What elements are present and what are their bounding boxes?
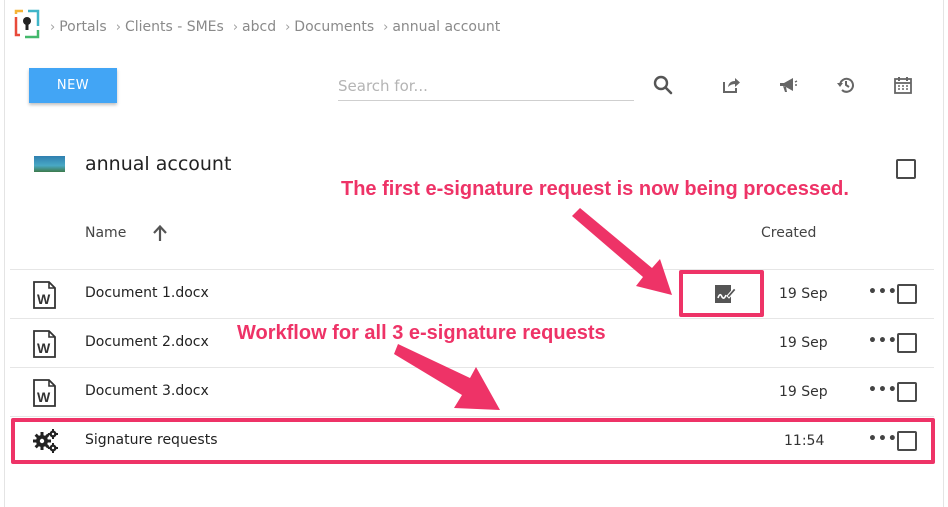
- breadcrumb-separator: ›: [115, 19, 121, 35]
- breadcrumb-separator: ›: [232, 19, 239, 35]
- breadcrumb-item-annual-account[interactable]: › annual account: [383, 19, 500, 35]
- file-name[interactable]: Document 2.docx: [85, 334, 209, 350]
- column-header-name[interactable]: Name: [85, 225, 126, 241]
- breadcrumb-item-abcd[interactable]: › abcd: [233, 19, 276, 35]
- svg-text:W: W: [37, 389, 51, 405]
- breadcrumb-label[interactable]: Documents: [294, 19, 374, 35]
- svg-text:W: W: [37, 291, 51, 307]
- created-date: 19 Sep: [779, 335, 828, 351]
- breadcrumb-item-clients[interactable]: › Clients - SMEs: [116, 19, 224, 35]
- breadcrumb-label[interactable]: abcd: [242, 19, 276, 35]
- breadcrumb-label[interactable]: Portals: [59, 19, 107, 35]
- folder-thumbnail: [34, 156, 65, 172]
- breadcrumb-label[interactable]: Clients - SMEs: [125, 19, 224, 35]
- file-name[interactable]: Document 1.docx: [85, 285, 209, 301]
- table-row[interactable]: W Document 3.docx 19 Sep •••: [10, 367, 934, 416]
- row-checkbox[interactable]: [897, 333, 917, 353]
- breadcrumb-separator: ›: [285, 19, 291, 35]
- word-doc-icon: W: [32, 281, 58, 309]
- breadcrumb-item-portals[interactable]: › Portals: [50, 19, 107, 35]
- folder-title: annual account: [85, 153, 232, 175]
- word-doc-icon: W: [32, 330, 58, 358]
- breadcrumb-label[interactable]: annual account: [392, 19, 500, 35]
- more-actions-button[interactable]: •••: [868, 284, 898, 300]
- row-checkbox[interactable]: [897, 382, 917, 402]
- svg-text:W: W: [37, 340, 51, 356]
- search-icon[interactable]: [652, 74, 674, 96]
- breadcrumb-separator: ›: [383, 19, 389, 35]
- column-header-created[interactable]: Created: [761, 225, 816, 241]
- more-actions-button[interactable]: •••: [868, 382, 898, 398]
- share-icon[interactable]: [720, 74, 742, 96]
- breadcrumb-item-documents[interactable]: › Documents: [285, 19, 374, 35]
- file-name[interactable]: Document 3.docx: [85, 383, 209, 399]
- calendar-icon[interactable]: [892, 74, 914, 96]
- created-date: 19 Sep: [779, 286, 828, 302]
- app-logo[interactable]: [12, 8, 42, 40]
- search-input[interactable]: [338, 74, 634, 98]
- sort-ascending-icon[interactable]: [150, 223, 170, 243]
- history-icon[interactable]: [835, 74, 857, 96]
- more-actions-button[interactable]: •••: [868, 333, 898, 349]
- created-date: 19 Sep: [779, 384, 828, 400]
- annotation-highlight-box: [11, 418, 935, 464]
- breadcrumb-separator: ›: [50, 19, 56, 35]
- row-checkbox[interactable]: [897, 284, 917, 304]
- annotation-highlight-box: [679, 270, 764, 317]
- select-all-checkbox[interactable]: [896, 159, 916, 179]
- announce-icon[interactable]: [777, 74, 799, 96]
- annotation-text-second: Workflow for all 3 e-signature requests: [237, 322, 606, 344]
- search-bar: [338, 74, 634, 101]
- annotation-text-first: The first e-signature request is now bei…: [341, 178, 849, 200]
- breadcrumb: › Portals › Clients - SMEs › abcd › Document…: [50, 19, 509, 35]
- table-row[interactable]: W Document 1.docx 19 Sep •••: [10, 269, 934, 318]
- new-button[interactable]: NEW: [29, 68, 117, 103]
- word-doc-icon: W: [32, 379, 58, 407]
